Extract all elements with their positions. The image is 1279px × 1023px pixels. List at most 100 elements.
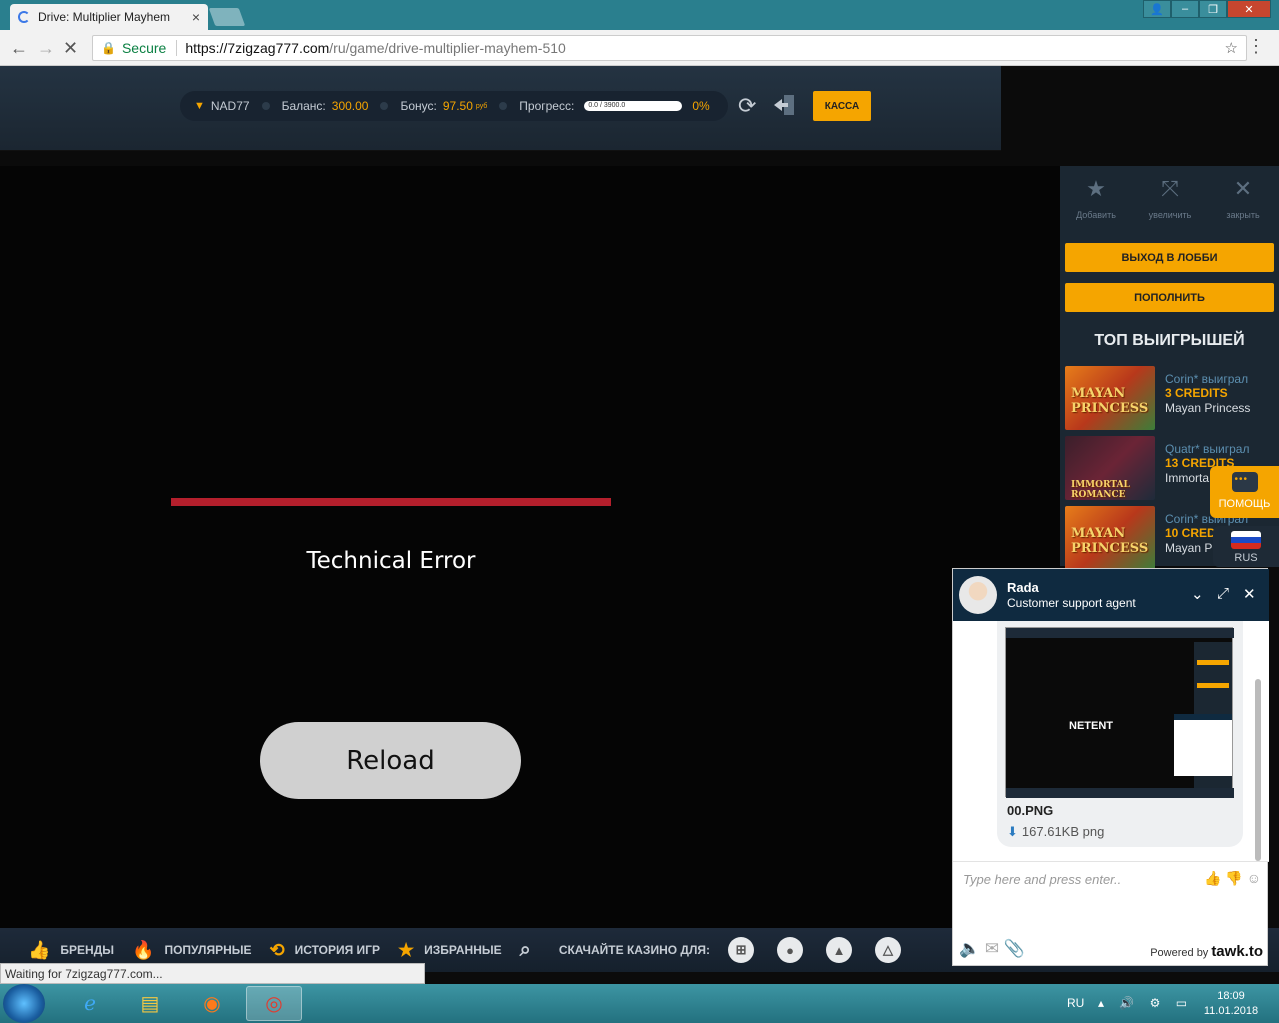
winner-game: Immorta [1165,471,1210,485]
help-button[interactable]: ПОМОЩЬ [1210,466,1279,518]
username[interactable]: NAD77 [211,99,250,113]
chat-input-placeholder: Type here and press enter.. [963,872,1122,887]
reload-button[interactable]: Reload [260,722,521,799]
stop-loading-icon[interactable]: ✕ [63,38,78,59]
winner-name: Quatr* выиграл [1165,442,1250,456]
agent-name: Rada [1007,580,1039,595]
apple-icon[interactable]: ● [777,937,804,963]
browser-menu-icon[interactable]: ⋮ [1247,36,1265,57]
deposit-button[interactable]: ПОПОЛНИТЬ [1065,283,1274,312]
email-icon[interactable]: ✉ [985,939,999,958]
nav-history[interactable]: ⟲ ИСТОРИЯ ИГР [270,940,380,961]
logout-icon[interactable] [772,92,798,118]
url-path: /ru/game/drive-multiplier-mayhem-510 [329,40,566,56]
nav-brands[interactable]: 👍 БРЕНДЫ [28,940,114,961]
sound-icon[interactable]: 🔈 [959,939,980,958]
winner-game: Mayan Princess [1165,401,1251,415]
tray-icons[interactable]: ▴ 🔊 ⚙ ▭ [1098,996,1193,1010]
thumbs-down-icon[interactable]: 👎 [1225,870,1242,886]
kassa-button[interactable]: КАССА [813,91,871,121]
new-tab-button[interactable] [208,8,246,26]
browser-tab-active[interactable]: Drive: Multiplier Mayhem × [10,4,208,30]
attachment-name[interactable]: 00.PNG [1007,803,1053,818]
url-host: https://7zigzag777.com [185,40,330,56]
tool-label: закрыть [1226,210,1260,220]
enlarge-button[interactable]: ⤧ увеличить [1140,176,1200,220]
thumbs-up-icon[interactable]: 👍 [1204,870,1221,886]
chrome-icon[interactable]: ◎ [246,986,302,1021]
refresh-icon[interactable]: ⟳ [738,93,756,119]
nav-favorites[interactable]: ★ ИЗБРАННЫЕ [398,940,502,961]
separator-dot [380,102,389,110]
window-controls: 👤 – ❐ ✕ [1143,0,1271,20]
explorer-icon[interactable]: ▤ [122,986,178,1021]
close-game-button[interactable]: ✕ закрыть [1213,176,1273,220]
game-thumbnail[interactable]: IMMORTAL ROMANCE [1065,436,1155,500]
forward-arrow-icon[interactable]: → [37,38,55,59]
scrollbar[interactable] [1255,679,1261,861]
progress-bar: 0.0 / 3900.0 [584,101,683,111]
clock[interactable]: 18:09 11.01.2018 [1196,989,1266,1019]
chat-messages[interactable]: NETENT 00.PNG ⬇ 167.61KB png [953,621,1269,861]
add-favorite-button[interactable]: ★ Добавить [1066,176,1126,220]
start-button[interactable] [3,984,45,1023]
powered-by[interactable]: Powered by tawk.to [1150,943,1263,960]
agent-role: Customer support agent [1007,596,1136,610]
close-icon[interactable]: ✕ [1243,585,1256,603]
winner-name: Corin* выиграл [1165,372,1249,386]
download-label: СКАЧАЙТЕ КАЗИНО ДЛЯ: [558,943,711,957]
attachment-size[interactable]: ⬇ 167.61KB png [1007,824,1104,840]
lock-icon: 🔒 [101,41,116,55]
divider [176,40,178,56]
close-window-button[interactable]: ✕ [1227,0,1271,18]
emoji-icon[interactable]: ☺ [1247,870,1261,886]
thumbs-up-icon: 👍 [28,939,51,960]
site-header: ▼ NAD77 Баланс: 300.00 Бонус: 97.50 руб … [0,66,1001,151]
progress-text: 0.0 / 3900.0 [588,102,626,109]
game-thumbnail[interactable]: MAYAN PRINCESS [1065,366,1155,430]
linux-icon[interactable]: △ [875,937,902,963]
close-icon: ✕ [1233,176,1253,201]
winner-amount: 3 CREDITS [1165,386,1228,400]
chat-bubble-icon [1231,472,1258,492]
nav-popular[interactable]: 🔥 ПОПУЛЯРНЫЕ [132,940,251,961]
tab-close-icon[interactable]: × [192,9,200,25]
user-profile-icon[interactable]: 👤 [1143,0,1171,18]
expand-icon: ⤧ [1161,176,1179,201]
user-info-bar: ▼ NAD77 Баланс: 300.00 Бонус: 97.50 руб … [180,91,728,121]
winner-amount: 10 CRED [1165,526,1216,540]
tool-label: Добавить [1076,210,1116,220]
firefox-icon[interactable]: ◉ [184,986,240,1021]
game-thumbnail[interactable]: MAYAN PRINCESS [1065,506,1155,570]
os-taskbar: ℯ ▤ ◉ ◎ RU ▴ 🔊 ⚙ ▭ 18:09 11.01.2018 [0,984,1279,1023]
attachment-thumbnail[interactable]: NETENT [1005,627,1234,798]
minimize-button[interactable]: – [1171,0,1199,18]
search-button[interactable]: ⌕ [520,939,541,962]
bookmark-star-icon[interactable]: ☆ [1225,39,1238,57]
balance-label: Баланс: [281,99,326,113]
chat-footer: 🔈 ✉ 📎 Powered by tawk.to [953,933,1269,967]
tab-title: Drive: Multiplier Mayhem [38,10,171,24]
language-button[interactable]: RUS [1213,526,1279,567]
popout-icon[interactable]: ⤢ [1217,585,1229,602]
chevron-down-icon[interactable]: ▼ [194,100,205,112]
list-item[interactable]: MAYAN PRINCESS Corin* выиграл 3 CREDITS … [1065,366,1279,430]
chat-input[interactable]: Type here and press enter.. 👍 👎 ☺ [953,861,1269,931]
restore-button[interactable]: ❐ [1199,0,1227,18]
browser-toolbar: ← → ✕ 🔒 Secure https://7zigzag777.com /r… [0,30,1279,66]
attach-icon[interactable]: 📎 [1004,939,1025,958]
avatar [959,576,997,614]
tray-language[interactable]: RU [1067,996,1084,1010]
android-icon[interactable]: ▲ [826,937,853,963]
address-bar[interactable]: 🔒 Secure https://7zigzag777.com /ru/game… [92,35,1247,61]
attachment-message[interactable]: NETENT 00.PNG ⬇ 167.61KB png [997,621,1243,847]
secure-label: Secure [121,40,167,56]
exit-lobby-button[interactable]: ВЫХОД В ЛОББИ [1065,243,1274,272]
back-arrow-icon[interactable]: ← [10,38,28,59]
browser-status-bar: Waiting for 7zigzag777.com... [0,963,425,984]
language-label: RUS [1234,552,1258,564]
chevron-down-icon[interactable]: ⌄ [1191,585,1204,603]
windows-icon[interactable]: ⊞ [728,937,755,963]
chat-header: Rada Customer support agent ⌄ ⤢ ✕ [953,569,1269,621]
ie-icon[interactable]: ℯ [62,986,118,1021]
